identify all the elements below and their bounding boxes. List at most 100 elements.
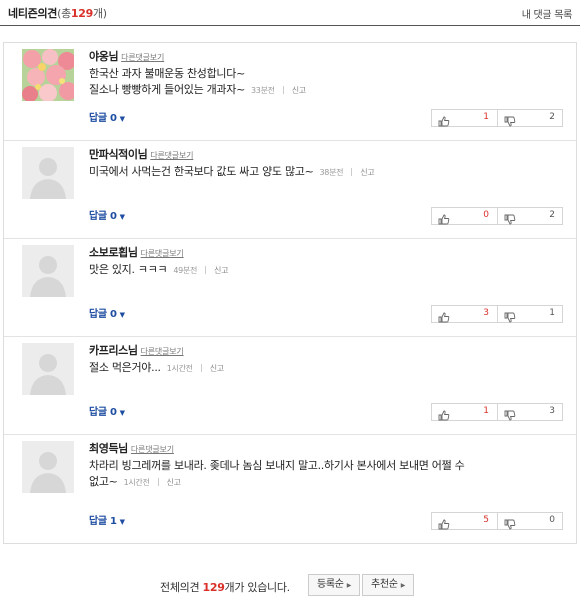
- thumbs-down-icon: [504, 515, 516, 534]
- comment-item: 만파식적이님 다른댓글보기미국에서 사먹는건 한국보다 값도 싸고 양도 많고~ 3…: [4, 141, 576, 239]
- reply-label: 답글: [89, 211, 107, 222]
- comment-text-line: 한국산 과자 불매운동 찬성합니다~: [89, 67, 245, 80]
- thumbs-down-icon: [504, 308, 516, 327]
- report-link[interactable]: 신고: [167, 478, 181, 487]
- upvote-button[interactable]: 0: [432, 208, 497, 225]
- report-link[interactable]: 신고: [292, 86, 306, 95]
- my-comments-link[interactable]: 내 댓글 목록: [522, 6, 573, 21]
- comment-author: 야옹님 다른댓글보기: [89, 48, 164, 64]
- downvote-count: 2: [549, 210, 555, 220]
- comments-title-text: 네티즌의견: [8, 7, 58, 20]
- default-avatar-icon[interactable]: [22, 147, 74, 199]
- downvote-button[interactable]: 0: [497, 513, 563, 530]
- thumbs-up-icon: [438, 515, 450, 534]
- upvote-button[interactable]: 3: [432, 306, 497, 323]
- author-nickname[interactable]: 최영득님: [89, 442, 128, 455]
- count-suffix: 개): [92, 7, 107, 20]
- comment-body: 절소 먹은거야... 1시간전 신고: [89, 360, 529, 377]
- comment-author: 소보로횝님 다른댓글보기: [89, 244, 184, 260]
- thumbs-down-icon: [504, 112, 516, 131]
- chevron-down-icon: ▼: [119, 311, 125, 319]
- chevron-down-icon: ▼: [119, 518, 125, 526]
- reply-toggle-button[interactable]: 답글 0 ▼: [89, 207, 125, 222]
- report-link[interactable]: 신고: [360, 168, 374, 177]
- downvote-button[interactable]: 2: [497, 110, 563, 127]
- comment-time: 33분전: [251, 86, 275, 95]
- upvote-count: 0: [483, 210, 489, 220]
- thumbs-up-icon: [438, 406, 450, 425]
- other-comments-link[interactable]: 다른댓글보기: [141, 249, 184, 258]
- default-avatar-icon[interactable]: [22, 245, 74, 297]
- comment-meta: 1시간전 신고: [167, 364, 224, 373]
- other-comments-link[interactable]: 다른댓글보기: [131, 445, 174, 454]
- comment-meta: 1시간전 신고: [124, 478, 181, 487]
- count-prefix: (총: [57, 7, 71, 20]
- comments-count: 129: [70, 7, 93, 20]
- vote-box: 13: [431, 403, 563, 421]
- meta-divider: [282, 86, 284, 94]
- report-link[interactable]: 신고: [210, 364, 224, 373]
- author-nickname[interactable]: 카프리스님: [89, 344, 138, 357]
- comment-text-line: 차라리 빙그레꺼를 보내라. 좆데나 놈심 보내지 말고..하기사 본사에서 보…: [89, 459, 465, 472]
- downvote-button[interactable]: 1: [497, 306, 563, 323]
- meta-divider: [351, 168, 353, 176]
- comment-text-line: 없고~ 1시간전 신고: [89, 475, 181, 488]
- upvote-button[interactable]: 5: [432, 513, 497, 530]
- reply-count: 0: [110, 211, 117, 222]
- author-nickname[interactable]: 야옹님: [89, 50, 119, 63]
- downvote-button[interactable]: 2: [497, 208, 563, 225]
- reply-toggle-button[interactable]: 답글 0 ▼: [89, 403, 125, 418]
- reply-toggle-button[interactable]: 답글 0 ▼: [89, 109, 125, 124]
- vote-box: 12: [431, 109, 563, 127]
- comment-author: 카프리스님 다른댓글보기: [89, 342, 184, 358]
- upvote-count: 1: [483, 406, 489, 416]
- upvote-button[interactable]: 1: [432, 404, 497, 421]
- reply-toggle-button[interactable]: 답글 1 ▼: [89, 512, 125, 527]
- upvote-count: 1: [483, 112, 489, 122]
- default-avatar-icon[interactable]: [22, 441, 74, 493]
- sort-recommend-button[interactable]: 추천순 ▶: [362, 574, 414, 596]
- reply-count: 0: [110, 309, 117, 320]
- comment-meta: 49분전 신고: [173, 266, 228, 275]
- chevron-down-icon: ▼: [119, 409, 125, 417]
- comment-body: 맛은 있지. ㅋㅋㅋ 49분전 신고: [89, 262, 529, 279]
- comment-text-line: 미국에서 사먹는건 한국보다 값도 싸고 양도 많고~ 38분전 신고: [89, 165, 375, 178]
- flower-avatar[interactable]: [22, 49, 74, 101]
- sort-recommend-label: 추천순: [370, 579, 398, 590]
- downvote-count: 2: [549, 112, 555, 122]
- downvote-button[interactable]: 3: [497, 404, 563, 421]
- report-link[interactable]: 신고: [214, 266, 228, 275]
- default-avatar-icon[interactable]: [22, 343, 74, 395]
- arrow-right-icon: ▶: [400, 582, 406, 589]
- meta-divider: [205, 266, 207, 274]
- reply-label: 답글: [89, 113, 107, 124]
- comment-item: 카프리스님 다른댓글보기 절소 먹은거야... 1시간전 신고 답글 0 ▼ 1 3: [4, 337, 576, 435]
- upvote-count: 3: [483, 308, 489, 318]
- comment-text-line: 맛은 있지. ㅋㅋㅋ 49분전 신고: [89, 263, 229, 276]
- comment-meta: 38분전 신고: [320, 168, 375, 177]
- sort-latest-label: 등록순: [316, 579, 344, 590]
- other-comments-link[interactable]: 다른댓글보기: [150, 151, 193, 160]
- meta-divider: [157, 478, 159, 486]
- downvote-count: 1: [549, 308, 555, 318]
- total-prefix: 전체의견: [160, 581, 200, 594]
- sort-latest-button[interactable]: 등록순 ▶: [308, 574, 360, 596]
- thumbs-up-icon: [438, 308, 450, 327]
- reply-toggle-button[interactable]: 답글 0 ▼: [89, 305, 125, 320]
- meta-divider: [200, 364, 202, 372]
- vote-box: 31: [431, 305, 563, 323]
- reply-count: 0: [110, 407, 117, 418]
- comments-header: 네티즌의견(총129개) 내 댓글 목록: [0, 0, 580, 26]
- downvote-count: 3: [549, 406, 555, 416]
- upvote-button[interactable]: 1: [432, 110, 497, 127]
- thumbs-down-icon: [504, 406, 516, 425]
- author-nickname[interactable]: 소보로횝님: [89, 246, 138, 259]
- author-nickname[interactable]: 만파식적이님: [89, 148, 148, 161]
- thumbs-up-icon: [438, 112, 450, 131]
- vote-box: 02: [431, 207, 563, 225]
- comment-author: 만파식적이님 다른댓글보기: [89, 146, 193, 162]
- comment-meta: 33분전 신고: [251, 86, 306, 95]
- other-comments-link[interactable]: 다른댓글보기: [141, 347, 184, 356]
- other-comments-link[interactable]: 다른댓글보기: [121, 53, 164, 62]
- comment-list: 야옹님 다른댓글보기 한국산 과자 불매운동 찬성합니다~ 질소나 빵빵하게 들어있는…: [3, 42, 577, 544]
